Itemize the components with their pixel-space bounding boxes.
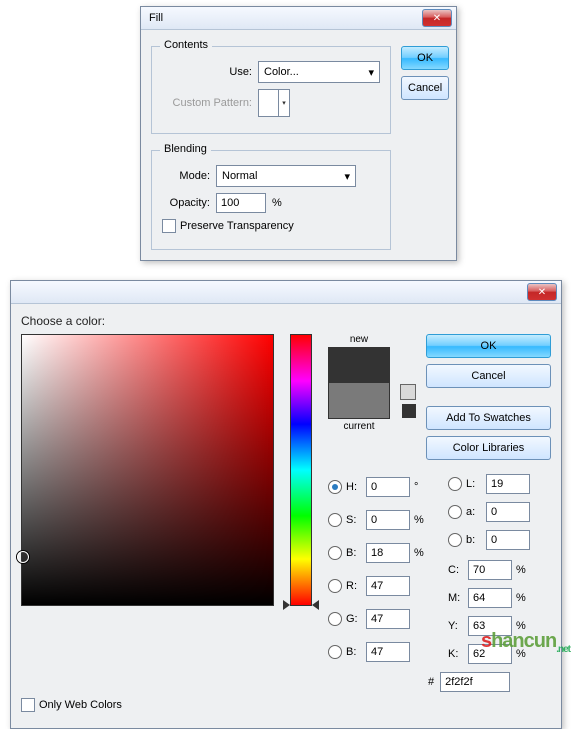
ok-button[interactable]: OK: [426, 334, 551, 358]
g-label: G:: [346, 613, 362, 625]
s-radio[interactable]: [328, 513, 342, 527]
mode-value: Normal: [222, 170, 257, 182]
b-rgb-radio[interactable]: [328, 645, 342, 659]
g-input[interactable]: [366, 609, 410, 629]
g-radio[interactable]: [328, 612, 342, 626]
chevron-down-icon: ▾: [368, 66, 374, 79]
add-swatches-button[interactable]: Add To Swatches: [426, 406, 551, 430]
k-label: K:: [448, 648, 464, 660]
h-label: H:: [346, 481, 362, 493]
preview-current-swatch[interactable]: [329, 383, 389, 418]
r-radio[interactable]: [328, 579, 342, 593]
k-unit: %: [516, 648, 530, 660]
chevron-down-icon: ▾: [278, 90, 289, 116]
preserve-checkbox[interactable]: [162, 219, 176, 233]
c-unit: %: [516, 564, 530, 576]
s-input[interactable]: [366, 510, 410, 530]
use-combo[interactable]: Color... ▾: [258, 61, 380, 83]
color-picker-dialog: ✕ Choose a color: new: [10, 280, 562, 729]
opacity-label: Opacity:: [162, 197, 216, 209]
l-label: L:: [466, 478, 482, 490]
lab-b-label: b:: [466, 534, 482, 546]
hex-label: #: [428, 676, 434, 688]
r-input[interactable]: [366, 576, 410, 596]
fill-body: Contents Use: Color... ▾ Custom Pattern:…: [141, 30, 456, 260]
cancel-button[interactable]: Cancel: [401, 76, 449, 100]
m-input[interactable]: [468, 588, 512, 608]
use-value: Color...: [264, 66, 299, 78]
r-label: R:: [346, 580, 362, 592]
mode-combo[interactable]: Normal ▾: [216, 165, 356, 187]
fill-dialog: Fill ✕ Contents Use: Color... ▾ Custom P…: [140, 6, 457, 261]
custom-pattern-swatch: ▾: [258, 89, 290, 117]
blending-group: Blending Mode: Normal ▾ Opacity: % Prese…: [151, 150, 391, 250]
hex-input[interactable]: [440, 672, 510, 692]
close-icon[interactable]: ✕: [422, 9, 452, 27]
new-label: new: [350, 334, 368, 345]
y-label: Y:: [448, 620, 464, 632]
web-safe-swatch-icon[interactable]: [402, 404, 416, 418]
h-radio[interactable]: [328, 480, 342, 494]
preview-new-swatch: [329, 348, 389, 383]
lab-b-radio[interactable]: [448, 533, 462, 547]
contents-group: Contents Use: Color... ▾ Custom Pattern:…: [151, 46, 391, 134]
custom-pattern-label: Custom Pattern:: [162, 97, 258, 109]
opacity-input[interactable]: [216, 193, 266, 213]
only-web-checkbox[interactable]: [21, 698, 35, 712]
blending-legend: Blending: [160, 143, 211, 155]
b-hsb-input[interactable]: [366, 543, 410, 563]
a-label: a:: [466, 506, 482, 518]
s-label: S:: [346, 514, 362, 526]
slider-thumb-icon: [312, 600, 319, 610]
l-input[interactable]: [486, 474, 530, 494]
fill-title: Fill: [149, 12, 420, 24]
b-rgb-label: B:: [346, 646, 362, 658]
color-cursor-icon: [17, 551, 29, 563]
s-unit: %: [414, 514, 428, 526]
b-hsb-radio[interactable]: [328, 546, 342, 560]
opacity-unit: %: [272, 197, 282, 209]
b-hsb-unit: %: [414, 547, 428, 559]
a-radio[interactable]: [448, 505, 462, 519]
fill-titlebar[interactable]: Fill ✕: [141, 7, 456, 30]
y-input[interactable]: [468, 616, 512, 636]
chevron-down-icon: ▾: [344, 170, 350, 183]
cancel-button[interactable]: Cancel: [426, 364, 551, 388]
picker-titlebar[interactable]: ✕: [11, 281, 561, 304]
mode-label: Mode:: [162, 170, 216, 182]
m-unit: %: [516, 592, 530, 604]
k-input[interactable]: [468, 644, 512, 664]
color-libraries-button[interactable]: Color Libraries: [426, 436, 551, 460]
current-label: current: [343, 421, 374, 432]
c-label: C:: [448, 564, 464, 576]
ok-button[interactable]: OK: [401, 46, 449, 70]
b-hsb-label: B:: [346, 547, 362, 559]
close-icon[interactable]: ✕: [527, 283, 557, 301]
contents-legend: Contents: [160, 39, 212, 51]
h-unit: °: [414, 481, 428, 493]
picker-instruction: Choose a color:: [21, 314, 551, 328]
cube-icon[interactable]: [400, 384, 416, 400]
color-field[interactable]: [21, 334, 274, 606]
color-preview: new current: [328, 334, 390, 432]
picker-body: Choose a color: new: [11, 304, 561, 728]
lab-b-input[interactable]: [486, 530, 530, 550]
m-label: M:: [448, 592, 464, 604]
preserve-label: Preserve Transparency: [180, 220, 294, 232]
y-unit: %: [516, 620, 530, 632]
a-input[interactable]: [486, 502, 530, 522]
l-radio[interactable]: [448, 477, 462, 491]
h-input[interactable]: [366, 477, 410, 497]
c-input[interactable]: [468, 560, 512, 580]
hue-slider[interactable]: [290, 334, 312, 606]
only-web-label: Only Web Colors: [39, 699, 122, 711]
slider-thumb-icon: [283, 600, 290, 610]
use-label: Use:: [162, 66, 258, 78]
